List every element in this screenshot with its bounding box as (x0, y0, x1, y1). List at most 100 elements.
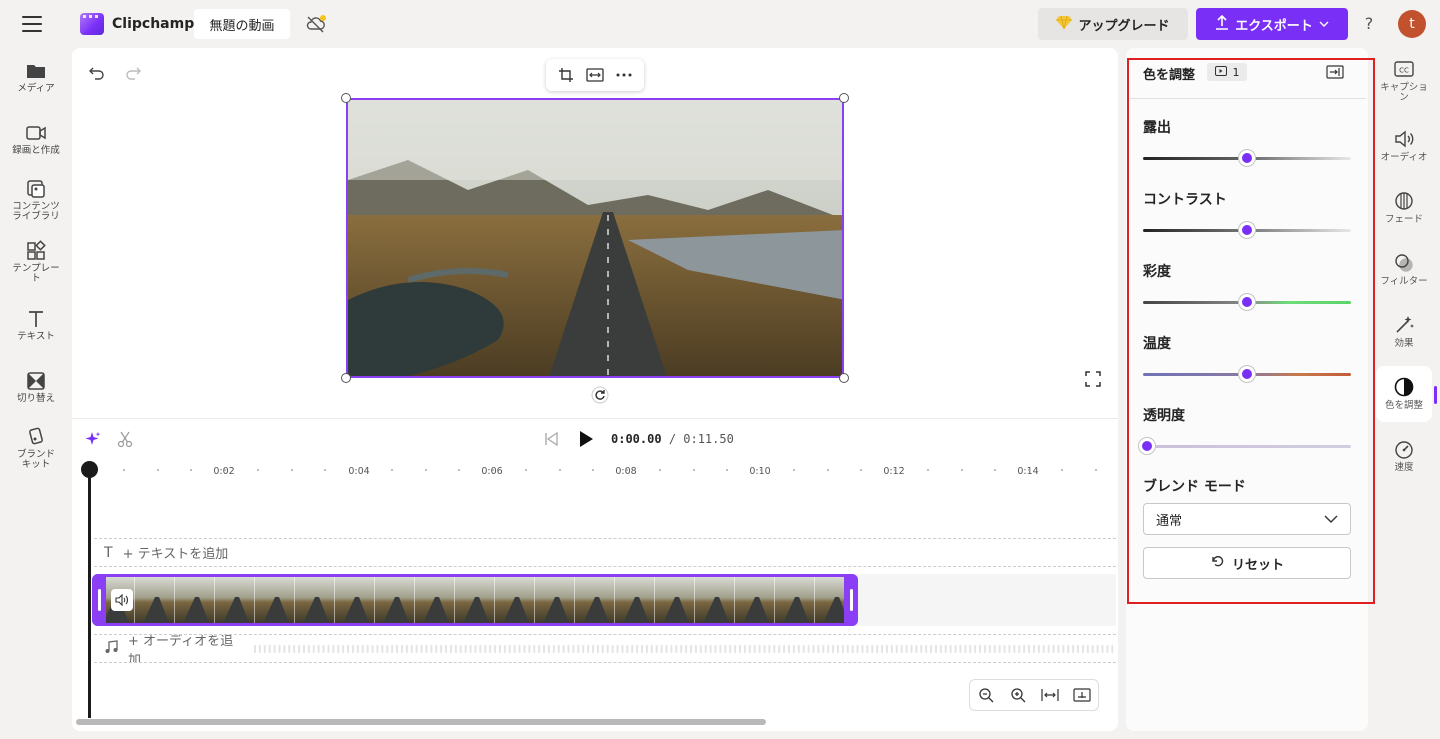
clip-count: 1 (1232, 65, 1240, 79)
help-icon[interactable]: ? (1360, 14, 1378, 34)
cloud-sync-off-icon[interactable] (305, 14, 327, 34)
ruler-tick (793, 469, 795, 471)
slider-thumb[interactable] (1139, 438, 1155, 454)
blend-mode-label: ブレンド モード (1143, 479, 1246, 495)
ruler-label: 0:06 (481, 466, 503, 477)
audio-track[interactable]: + オーディオを追加 (94, 634, 1116, 663)
ruler-tick (190, 469, 192, 471)
rail-item-effects[interactable]: 効果 (1376, 314, 1432, 349)
slider-label: 温度 (1143, 336, 1171, 352)
sidebar-label: メディア (17, 83, 55, 94)
rail-item-filters[interactable]: フィルター (1376, 252, 1432, 287)
undo-icon[interactable] (88, 64, 106, 82)
avatar[interactable]: t (1398, 10, 1426, 38)
ruler-tick (357, 469, 360, 471)
sidebar-item-record[interactable]: 録画と作成 (0, 122, 72, 156)
resize-handle[interactable] (341, 373, 351, 383)
skip-back-icon[interactable] (543, 431, 559, 447)
text-icon (29, 311, 43, 327)
slider-thumb[interactable] (1239, 294, 1255, 310)
ruler-tick (659, 469, 661, 471)
reset-button[interactable]: リセット (1143, 547, 1351, 579)
sidebar-item-templates[interactable]: テンプレー ト (0, 240, 72, 284)
text-icon: T (104, 544, 113, 561)
video-clip[interactable] (92, 574, 858, 626)
text-track[interactable]: T + テキストを追加 (94, 538, 1116, 567)
slider-label: コントラスト (1143, 192, 1227, 208)
slider-thumb[interactable] (1239, 222, 1255, 238)
resize-handle[interactable] (341, 93, 351, 103)
panel-divider (1130, 98, 1366, 99)
sidebar-item-transitions[interactable]: 切り替え (0, 370, 72, 404)
rail-item-captions[interactable]: CC キャプショ ン (1376, 58, 1432, 103)
rail-label: 効果 (1394, 338, 1414, 349)
clip-trim-start-handle[interactable] (92, 574, 106, 626)
captions-icon: CC (1394, 61, 1414, 77)
fit-icon[interactable] (586, 66, 604, 84)
ruler-tick (860, 469, 862, 471)
more-options-icon[interactable] (615, 66, 633, 84)
ruler-tick (592, 469, 594, 471)
ruler-label: 0:04 (348, 466, 370, 477)
video-preview[interactable] (346, 98, 844, 378)
reset-label: リセット (1231, 557, 1284, 573)
ruler-label: 0:08 (615, 466, 637, 477)
fit-timeline-icon[interactable] (1041, 686, 1059, 704)
ruler-tick (391, 469, 393, 471)
upgrade-button[interactable]: アップグレード (1038, 8, 1188, 40)
rail-item-fade[interactable]: フェード (1376, 190, 1432, 225)
ruler-tick (893, 469, 896, 471)
sidebar-item-text[interactable]: テキスト (0, 308, 72, 342)
crop-icon[interactable] (557, 66, 575, 84)
sidebar-label: ブランド キット (16, 449, 55, 470)
zoom-in-icon[interactable] (1009, 686, 1027, 704)
scissors-icon[interactable] (116, 430, 134, 448)
ruler-label: 0:12 (883, 466, 905, 477)
effects-icon (1396, 316, 1414, 333)
ruler-tick (759, 469, 762, 471)
fullscreen-icon[interactable] (1084, 370, 1102, 388)
resize-handle[interactable] (839, 93, 849, 103)
sidebar-item-brand-kit[interactable]: ブランド キット (0, 426, 72, 470)
export-label: エクスポート (1235, 18, 1313, 34)
clip-trim-end-handle[interactable] (844, 574, 858, 626)
ruler-tick (223, 469, 226, 471)
collapse-panel-icon[interactable] (1326, 64, 1344, 80)
timeline-scrollbar[interactable] (76, 719, 766, 725)
library-icon (27, 180, 45, 198)
playhead-handle[interactable] (81, 461, 98, 478)
slider-label: 透明度 (1143, 408, 1185, 424)
diamond-icon (1056, 15, 1073, 33)
rotate-icon[interactable] (591, 386, 609, 404)
transition-icon (27, 372, 45, 390)
camera-icon (26, 126, 46, 140)
rail-item-adjust-colors[interactable]: 色を調整 (1376, 366, 1432, 422)
sparkle-icon[interactable] (84, 430, 102, 448)
ruler-label: 0:14 (1017, 466, 1039, 477)
export-button[interactable]: エクスポート (1196, 8, 1348, 40)
playhead[interactable] (88, 470, 91, 718)
slider-thumb[interactable] (1239, 150, 1255, 166)
ruler-tick (123, 469, 125, 471)
expand-timeline-icon[interactable] (1073, 686, 1091, 704)
ruler-tick (290, 469, 293, 471)
slider-track[interactable] (1143, 445, 1351, 448)
video-toolbar (546, 59, 644, 91)
menu-icon[interactable] (22, 14, 42, 34)
sidebar-item-media[interactable]: メディア (0, 60, 72, 94)
slider-label: 彩度 (1143, 264, 1171, 280)
add-text-label: + テキストを追加 (122, 547, 229, 562)
zoom-out-icon[interactable] (977, 686, 995, 704)
sidebar-item-content-library[interactable]: コンテンツ ライブラリ (0, 178, 72, 222)
redo-icon[interactable] (124, 64, 142, 82)
play-icon[interactable] (577, 430, 595, 448)
blend-mode-select[interactable]: 通常 (1143, 503, 1351, 535)
project-title-input[interactable]: 無題の動画 (194, 9, 290, 39)
resize-handle[interactable] (839, 373, 849, 383)
rail-item-audio[interactable]: オーディオ (1376, 128, 1432, 163)
slider-thumb[interactable] (1239, 366, 1255, 382)
ruler-tick (625, 469, 628, 471)
landscape-image (348, 100, 842, 376)
rail-item-speed[interactable]: 速度 (1376, 438, 1432, 473)
clip-volume-icon[interactable] (111, 589, 133, 611)
